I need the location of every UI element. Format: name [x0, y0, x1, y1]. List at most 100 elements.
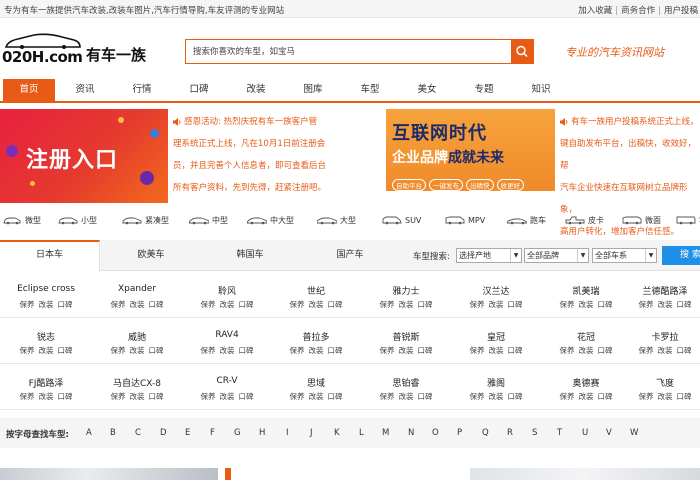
car-microvan-icon — [622, 216, 642, 225]
search-icon — [516, 45, 528, 58]
letter-w[interactable]: W — [630, 428, 638, 438]
top-links: 加入收藏 | 商务合作 | 用户投稿 — [578, 6, 698, 16]
letter-d[interactable]: D — [160, 428, 167, 438]
letter-v[interactable]: V — [606, 428, 612, 438]
tab-domestic[interactable]: 国产车 — [300, 240, 400, 271]
model-item: 威驰 保养 改装 口碑 — [110, 333, 164, 355]
letter-p[interactable]: P — [457, 428, 462, 438]
letter-e[interactable]: E — [185, 428, 190, 438]
letter-t[interactable]: T — [557, 428, 562, 438]
internet-banner-sub: 企业品牌成就未来 — [392, 150, 504, 166]
letter-index-bar: 按字母查找车型: A B C D E F G H I J K L M N O P… — [0, 418, 700, 448]
nav-topics[interactable]: 专题 — [458, 79, 510, 101]
nav-models[interactable]: 车型 — [344, 79, 396, 101]
letter-j[interactable]: J — [310, 428, 313, 438]
nav-market[interactable]: 行情 — [116, 79, 168, 101]
letter-u[interactable]: U — [582, 428, 588, 438]
car-large-icon — [317, 217, 337, 225]
letter-i[interactable]: I — [286, 428, 289, 438]
car-type-microvan[interactable]: 微面 — [622, 213, 661, 227]
model-item: 聆风 保养 改装 口碑 — [200, 287, 254, 309]
model-row: 锐志 保养 改装 口碑 威驰 保养 改装 口碑 RAV4 保养 改装 口碑 普拉多 保养 改装 口碑 普… — [0, 318, 700, 364]
car-mpv-icon — [445, 216, 465, 225]
letter-f[interactable]: F — [210, 428, 215, 438]
model-item: RAV4 保养 改装 口碑 — [200, 330, 254, 355]
model-item: 雅阁 保养 改装 口碑 — [469, 379, 523, 401]
nav-modify[interactable]: 改装 — [230, 79, 282, 101]
chevron-down-icon: ▼ — [645, 249, 656, 262]
model-item: 普锐斯 保养 改装 口碑 — [379, 333, 433, 355]
model-search-button[interactable]: 搜 索 — [662, 246, 700, 265]
car-type-suv[interactable]: SUV — [382, 213, 421, 227]
nav-knowledge[interactable]: 知识 — [515, 79, 567, 101]
register-banner[interactable]: 注册入口 — [0, 109, 168, 203]
letter-m[interactable]: M — [382, 428, 389, 438]
letter-q[interactable]: Q — [482, 428, 489, 438]
letter-l[interactable]: L — [359, 428, 364, 438]
site-slogan: 专为有车一族提供汽车改装,改装车图片,汽车行情导购,车友评测的专业网站 — [4, 6, 285, 16]
letter-g[interactable]: G — [234, 428, 241, 438]
nav-beauty[interactable]: 美女 — [401, 79, 453, 101]
car-type-mpv[interactable]: MPV — [445, 213, 485, 227]
bottom-image-strip — [0, 468, 700, 480]
car-type-pickup[interactable]: 皮卡 — [565, 213, 604, 227]
car-type-midsize[interactable]: 中型 — [189, 213, 228, 227]
letter-c[interactable]: C — [135, 428, 141, 438]
car-type-bar: 微型 小型 紧凑型 中型 中大型 大型 SUV MPV 跑车 皮卡 微面 客车 — [0, 209, 700, 231]
letter-k[interactable]: K — [334, 428, 340, 438]
letter-a[interactable]: A — [86, 428, 92, 438]
car-type-mini[interactable]: 微型 — [2, 213, 41, 227]
origin-select[interactable]: 选择产地 ▼ — [456, 248, 522, 263]
speaker-icon — [173, 118, 181, 126]
car-pickup-icon — [565, 216, 585, 225]
header-slogan: 专业的汽车资讯网站 — [565, 46, 664, 59]
top-bar: 专为有车一族提供汽车改装,改装车图片,汽车行情导购,车友评测的专业网站 加入收藏… — [0, 0, 700, 18]
news-thumbnail[interactable] — [470, 468, 700, 480]
letter-s[interactable]: S — [532, 428, 537, 438]
speaker-icon — [560, 118, 568, 126]
nav-reviews[interactable]: 口碑 — [173, 79, 225, 101]
model-item: 皇冠 保养 改装 口碑 — [469, 333, 523, 355]
letter-r[interactable]: R — [507, 428, 513, 438]
filter-label: 车型搜索: — [413, 252, 450, 262]
model-item: FJ酷路泽 保养 改装 口碑 — [19, 379, 73, 401]
tab-korean[interactable]: 韩国车 — [200, 240, 300, 271]
nav-home[interactable]: 首页 — [3, 79, 55, 101]
nav-gallery[interactable]: 图库 — [287, 79, 339, 101]
submit-article-link[interactable]: 用户投稿 — [664, 6, 698, 16]
model-item: 普拉多 保养 改装 口碑 — [289, 333, 343, 355]
car-type-large-mid[interactable]: 中大型 — [247, 213, 294, 227]
site-logo[interactable]: 020H.com 有车一族 — [0, 32, 150, 72]
tab-japanese[interactable]: 日本车 — [0, 240, 100, 272]
news-thumbnail[interactable] — [0, 468, 218, 480]
model-item: 思铂睿 保养 改装 口碑 — [379, 379, 433, 401]
model-item: 思域 保养 改装 口碑 — [289, 379, 343, 401]
promo-left: 感恩活动: 热烈庆祝有车一族客户管 理系统正式上线，凡在10月1日前注册会 员，… — [173, 117, 327, 193]
car-logo-icon — [4, 33, 81, 49]
internet-banner-title: 互联网时代 — [392, 123, 487, 144]
search-input[interactable] — [186, 40, 511, 63]
internet-banner[interactable]: 互联网时代 企业品牌成就未来 自助平台 一键发布 出精快 收更好 — [386, 109, 555, 191]
letter-o[interactable]: O — [432, 428, 439, 438]
car-type-compact[interactable]: 紧凑型 — [122, 213, 169, 227]
letter-h[interactable]: H — [259, 428, 265, 438]
tab-euro-american[interactable]: 欧美车 — [101, 240, 201, 271]
car-type-sports[interactable]: 跑车 — [507, 213, 546, 227]
nav-news[interactable]: 资讯 — [59, 79, 111, 101]
car-midsize-icon — [189, 217, 209, 225]
model-grid: Eclipse cross 保养 改装 口碑 Xpander 保养 改装 口碑 聆风 保养 改装… — [0, 272, 700, 410]
model-item: Xpander 保养 改装 口碑 — [110, 284, 164, 309]
car-type-bus[interactable]: 客车 — [676, 213, 700, 227]
car-type-small[interactable]: 小型 — [58, 213, 97, 227]
letter-b[interactable]: B — [110, 428, 116, 438]
series-select[interactable]: 全部车系 ▼ — [592, 248, 657, 263]
add-favorite-link[interactable]: 加入收藏 — [578, 6, 612, 16]
search-button[interactable] — [511, 40, 533, 63]
letter-n[interactable]: N — [408, 428, 414, 438]
car-type-large[interactable]: 大型 — [317, 213, 356, 227]
car-mini-icon — [3, 217, 21, 225]
model-item: 雅力士 保养 改装 口碑 — [379, 287, 433, 309]
model-item: 锐志 保养 改装 口碑 — [19, 333, 73, 355]
business-link[interactable]: 商务合作 — [621, 6, 655, 16]
brand-select[interactable]: 全部品牌 ▼ — [524, 248, 589, 263]
